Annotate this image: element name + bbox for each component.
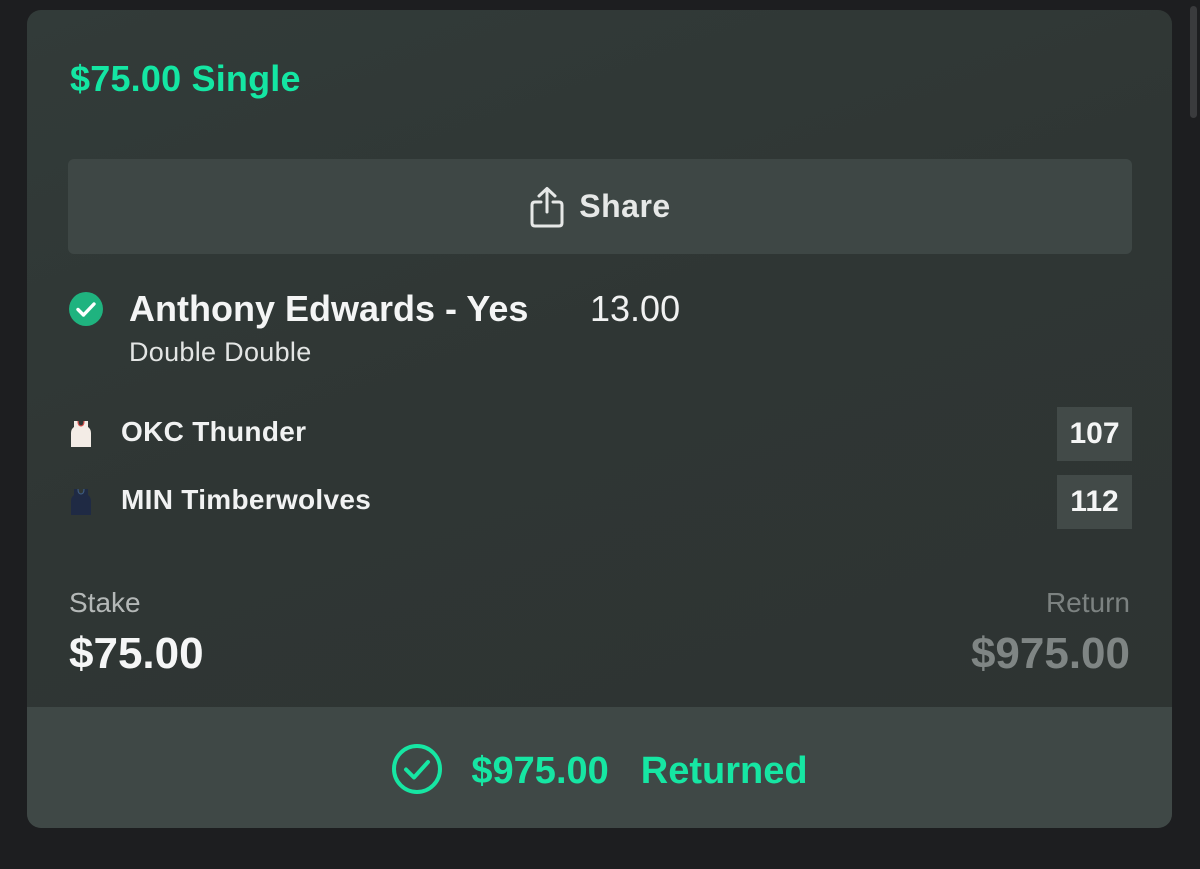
team-name: MIN Timberwolves <box>121 484 372 515</box>
share-label: Share <box>579 188 671 224</box>
stake-label: Stake <box>69 587 141 618</box>
scrollbar-thumb[interactable] <box>1190 6 1197 118</box>
bet-card: $75.00 Single Share Anthony Edwards - Ye… <box>27 10 1172 828</box>
page: $75.00 Single Share Anthony Edwards - Ye… <box>0 0 1200 869</box>
team-score: 112 <box>1057 475 1132 529</box>
scrollbar[interactable] <box>1186 0 1200 125</box>
team-row-okc: OKC Thunder 107 <box>68 407 1132 461</box>
stake-value: $75.00 <box>69 629 204 678</box>
returned-amount: $975.00 <box>471 750 609 792</box>
return-value: $975.00 <box>970 629 1130 678</box>
selection-name: Anthony Edwards - Yes <box>129 288 529 329</box>
return-label: Return <box>1045 587 1130 618</box>
jersey-icon <box>68 488 94 516</box>
team-score: 107 <box>1057 407 1132 461</box>
team-name: OKC Thunder <box>121 416 307 447</box>
check-circle-icon <box>68 291 104 327</box>
returned-banner: $975.00 Returned <box>27 707 1172 828</box>
bet-title: $75.00 Single <box>70 58 301 99</box>
returned-status: Returned <box>640 750 808 792</box>
selection-odds: 13.00 <box>590 288 681 329</box>
check-circle-outline-icon <box>391 743 443 800</box>
share-button[interactable]: Share <box>68 159 1132 254</box>
share-icon <box>529 186 565 228</box>
team-row-min: MIN Timberwolves 112 <box>68 475 1132 529</box>
jersey-icon <box>68 420 94 448</box>
selection-market: Double Double <box>129 337 312 367</box>
